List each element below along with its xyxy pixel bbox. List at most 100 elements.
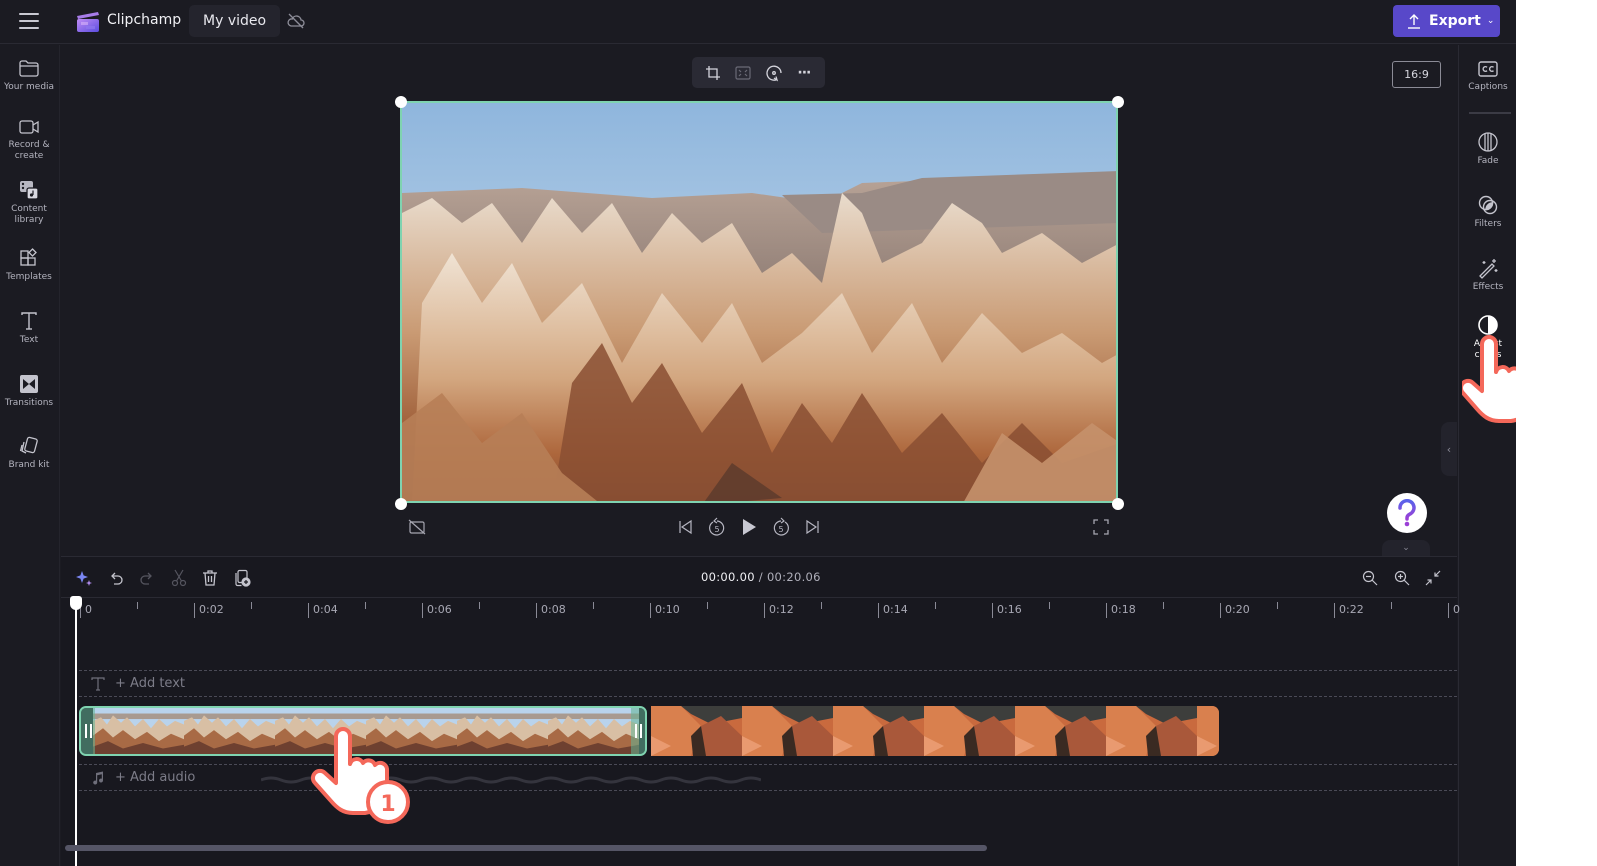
redo-button[interactable] [136,567,158,589]
clip-trim-handle-right[interactable] [631,708,645,754]
skip-to-end-button[interactable] [802,516,824,538]
fullscreen-button[interactable] [1090,516,1112,538]
redo-icon [140,572,152,585]
zoom-in-button[interactable] [1391,567,1413,589]
forward-5-button[interactable]: 5 [770,516,792,538]
resize-handle-bottom-right[interactable] [1112,498,1124,510]
video-clip[interactable] [651,706,1219,756]
playhead-line [75,600,77,866]
clip-thumbnail [1197,706,1219,756]
brand-kit-icon [19,436,38,454]
playback-left [406,516,428,538]
timeline-ruler[interactable]: 0 0:02 0:04 0:06 0:08 0:10 0:12 0:14 0:16 0:18 0:2… [61,597,1460,623]
sidebar-label: Content [11,204,47,214]
captions-off-icon [408,519,426,535]
clip-thumbnail [184,708,275,754]
fullscreen-icon [1093,519,1109,535]
duplicate-button[interactable] [231,567,253,589]
export-button[interactable]: Export ⌄ [1393,5,1500,37]
current-time: 00:00.00 [701,570,755,584]
collapse-help-tab[interactable]: ⌄ [1382,540,1430,556]
add-audio-label: + Add audio [115,770,196,785]
sidebar-label: Text [19,335,39,345]
zoom-out-button[interactable] [1359,567,1381,589]
rewind-5-icon: 5 [709,517,725,536]
video-frame-image [402,103,1116,501]
clip-thumbnail [1106,706,1197,756]
fit-icon [735,65,751,80]
cloud-off-icon[interactable] [286,11,306,31]
rotate-icon [766,65,782,82]
fit-button[interactable] [732,62,754,84]
ruler-minor-tick [137,602,138,609]
trash-icon [203,570,217,586]
sidebar-label: Your media [3,82,55,92]
content-library-icon [20,181,39,200]
sidebar-item-fade[interactable]: Fade [1459,131,1516,167]
skip-to-start-button[interactable] [674,516,696,538]
sidebar-item-record-create[interactable]: Record & create [0,117,58,162]
ruler-minor-tick [479,602,480,609]
annotation-hand-pointer-1: 1 [310,727,410,824]
svg-text:5: 5 [714,525,719,534]
preview-toolbar: ··· [692,57,825,88]
sidebar-item-templates[interactable]: Templates [0,247,58,283]
timeline-horizontal-scrollbar[interactable] [65,845,987,851]
rewind-5-button[interactable]: 5 [706,516,728,538]
zoom-out-icon [1362,570,1378,586]
clip-trim-handle-left[interactable] [81,708,95,754]
play-button[interactable] [738,516,760,538]
ruler-tick-label: 0:02 [194,603,224,618]
video-title-input[interactable]: My video [189,5,281,37]
undo-button[interactable] [105,567,127,589]
video-preview[interactable] [400,101,1118,503]
split-button[interactable] [168,567,190,589]
playback-controls: 5 5 [674,516,824,538]
scissors-icon [171,569,187,587]
sidebar-item-text[interactable]: Text [0,310,58,346]
fit-timeline-button[interactable] [1422,567,1444,589]
ruler-tick-label: 0:18 [1106,603,1136,618]
hamburger-icon[interactable] [19,13,39,29]
more-options-button[interactable]: ··· [793,62,815,84]
filters-icon [1478,195,1498,215]
aspect-ratio-button[interactable]: 16:9 [1392,61,1441,88]
playhead-handle[interactable] [70,596,82,610]
divider [1469,112,1511,114]
clip-thumbnail [742,706,833,756]
ruler-tick-label: 0:08 [536,603,566,618]
sidebar-item-brand-kit[interactable]: Brand kit [0,435,58,471]
toggle-captions-button[interactable] [406,516,428,538]
magic-button[interactable] [73,567,95,589]
undo-icon [111,572,123,585]
text-track[interactable] [79,670,1457,697]
sidebar-item-transitions[interactable]: Transitions [0,373,58,409]
add-audio-button[interactable]: + Add audio [91,770,195,785]
sidebar-item-content-library[interactable]: Content library [0,179,58,226]
add-text-button[interactable]: + Add text [91,676,185,691]
resize-handle-top-right[interactable] [1112,96,1124,108]
resize-handle-top-left[interactable] [395,96,407,108]
resize-handle-bottom-left[interactable] [395,498,407,510]
sidebar-item-captions[interactable]: Captions [1459,59,1516,93]
sidebar-label: Templates [6,272,52,282]
templates-icon [20,248,37,266]
captions-icon [1478,61,1498,77]
right-sidebar: Captions Fade Filters Effects Adjust col… [1458,45,1516,866]
rotate-button[interactable] [763,62,785,84]
sidebar-item-filters[interactable]: Filters [1459,194,1516,230]
clip-thumbnail [548,708,639,754]
crop-button[interactable] [702,62,724,84]
delete-button[interactable] [199,567,221,589]
sidebar-label: Effects [1472,282,1504,292]
collapse-right-panel-button[interactable]: ‹ [1441,422,1457,476]
sidebar-item-effects[interactable]: Effects [1459,257,1516,293]
annotation-hand-pointer-2: 2 [1462,335,1516,423]
ruler-tick-label: 0:06 [422,603,452,618]
help-button[interactable] [1387,493,1427,533]
text-icon [91,676,105,691]
ruler-minor-tick [1277,602,1278,609]
duplicate-icon [235,569,251,587]
ruler-tick-label: 0:22 [1334,603,1364,618]
sidebar-item-your-media[interactable]: Your media [0,59,58,93]
